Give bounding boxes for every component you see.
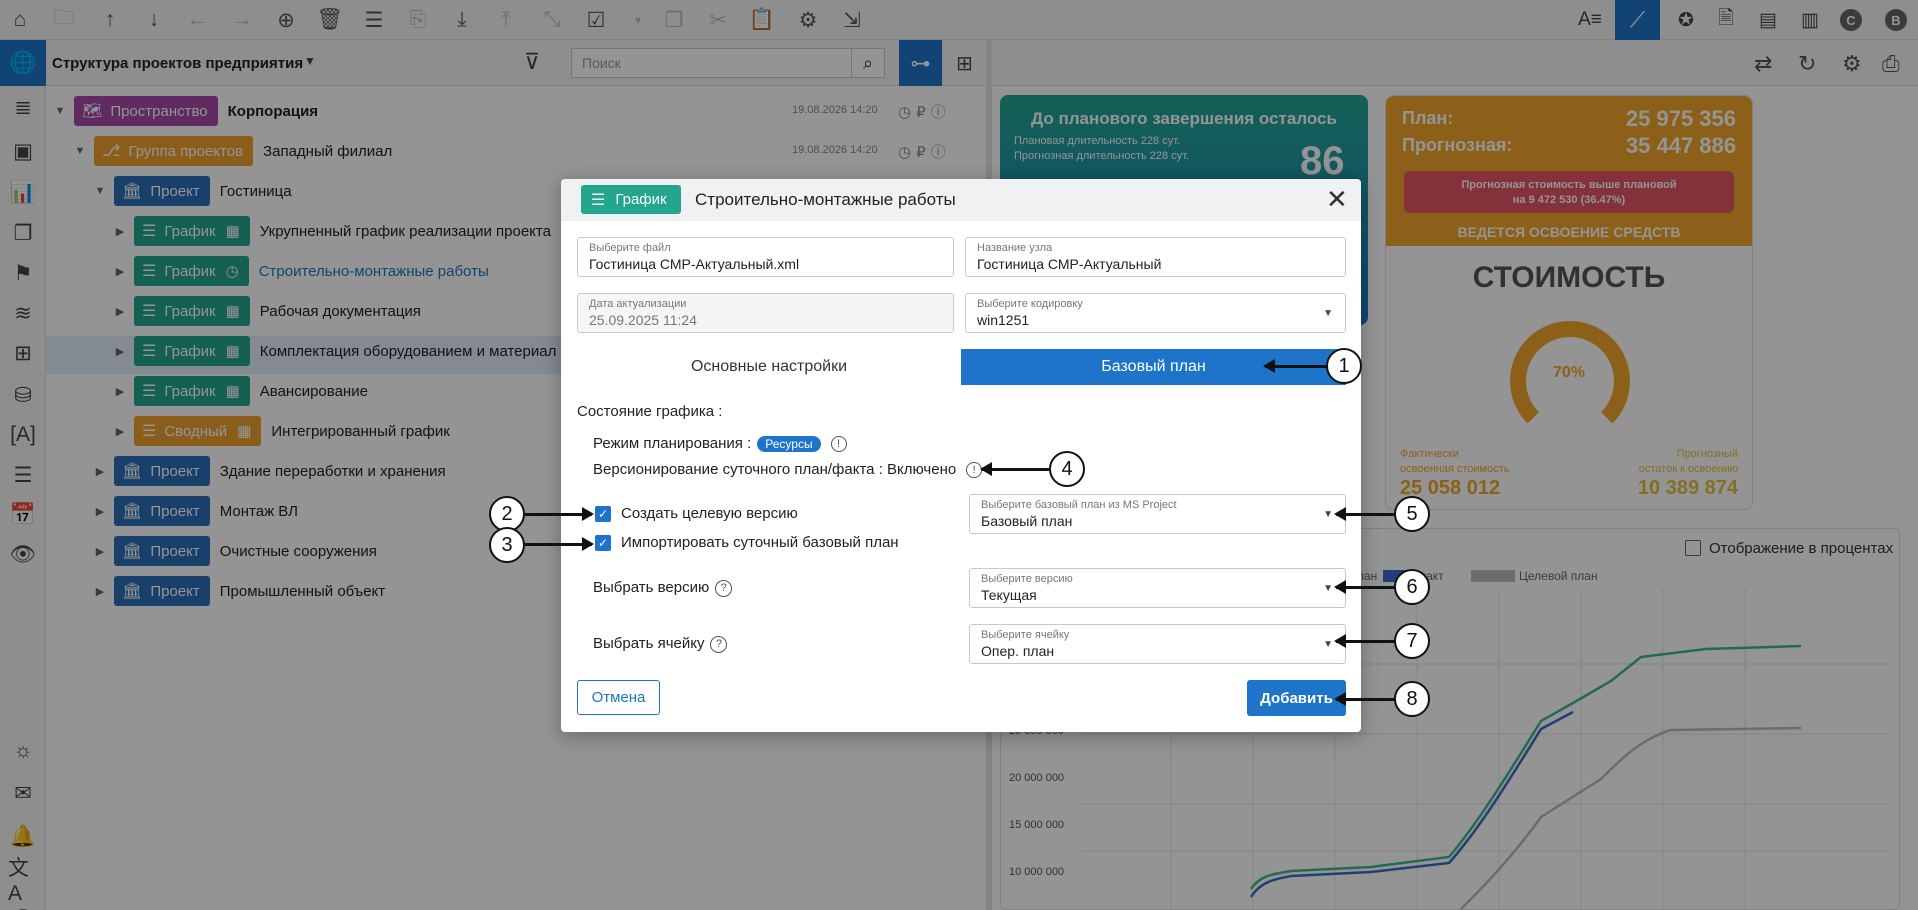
chevron-down-icon[interactable]: ▼ bbox=[1323, 639, 1333, 650]
close-icon[interactable]: ✕ bbox=[1326, 185, 1348, 213]
version-row: Выбрать версию? bbox=[593, 579, 733, 597]
dialog-header: ☰ График Строительно-монтажные работы ✕ bbox=[561, 179, 1361, 221]
callout-4: 4 bbox=[1049, 451, 1085, 487]
info-icon[interactable]: ! bbox=[830, 436, 847, 453]
version-select[interactable]: Выберите версию Текущая ▼ bbox=[969, 568, 1346, 608]
schedule-badge: ☰ График bbox=[581, 185, 681, 214]
cancel-button[interactable]: Отмена bbox=[577, 680, 660, 715]
encoding-select[interactable]: Выберите кодировку win1251 ▼ bbox=[965, 293, 1346, 333]
field-label: Выберите ячейку bbox=[981, 629, 1070, 641]
planning-mode-label: Режим планирования : bbox=[593, 435, 752, 452]
version-label: Выбрать версию bbox=[593, 579, 710, 596]
question-icon[interactable]: ? bbox=[715, 579, 733, 597]
field-value: win1251 bbox=[977, 312, 1030, 328]
field-label: Название узла bbox=[977, 242, 1053, 254]
field-label: Выберите базовый план из MS Project bbox=[981, 499, 1177, 511]
chevron-down-icon[interactable]: ▼ bbox=[1323, 308, 1333, 319]
callout-1: 1 bbox=[1326, 348, 1362, 384]
cell-select[interactable]: Выберите ячейку Опер. план ▼ bbox=[969, 624, 1346, 664]
planning-mode-pill: Ресурсы bbox=[757, 436, 821, 452]
callout-5: 5 bbox=[1394, 496, 1430, 532]
msp-baseline-select[interactable]: Выберите базовый план из MS Project Базо… bbox=[969, 494, 1346, 534]
callout-arrow bbox=[525, 537, 594, 551]
chevron-down-icon[interactable]: ▼ bbox=[1323, 509, 1333, 520]
cell-label: Выбрать ячейку bbox=[593, 635, 705, 652]
callout-arrow bbox=[1263, 359, 1327, 373]
date-field: Дата актуализации 25.09.2025 11:24 bbox=[577, 293, 954, 333]
dialog-title: Строительно-монтажные работы bbox=[695, 190, 956, 209]
callout-6: 6 bbox=[1394, 569, 1430, 605]
gantt-icon: ☰ bbox=[591, 191, 606, 209]
field-value: 25.09.2025 11:24 bbox=[589, 312, 697, 328]
planning-mode-row: Режим планирования : Ресурсы! bbox=[593, 435, 847, 453]
field-value: Гостиница СМР-Актуальный.xml bbox=[589, 256, 800, 272]
versioning-row: Версионирование суточного план/факта : В… bbox=[593, 461, 983, 479]
import-daily-label: Импортировать суточный базовый план bbox=[621, 534, 899, 551]
question-icon[interactable]: ? bbox=[710, 635, 728, 653]
badge-label: График bbox=[615, 191, 667, 208]
callout-3: 3 bbox=[489, 527, 525, 563]
schedule-state-label: Состояние графика : bbox=[577, 403, 723, 420]
field-value: Текущая bbox=[981, 587, 1037, 603]
chevron-down-icon[interactable]: ▼ bbox=[1323, 583, 1333, 594]
add-button[interactable]: Добавить bbox=[1247, 680, 1346, 716]
callout-7: 7 bbox=[1394, 623, 1430, 659]
file-field[interactable]: Выберите файл Гостиница СМР-Актуальный.x… bbox=[577, 237, 954, 277]
field-value: Опер. план bbox=[981, 643, 1055, 659]
import-daily-checkbox[interactable]: ✓ bbox=[595, 535, 611, 551]
field-label: Дата актуализации bbox=[589, 298, 687, 310]
tab-main-settings[interactable]: Основные настройки bbox=[577, 349, 961, 385]
field-label: Выберите файл bbox=[589, 242, 671, 254]
create-target-checkbox[interactable]: ✓ bbox=[595, 506, 611, 522]
callout-arrow bbox=[980, 462, 1050, 476]
node-name-field[interactable]: Название узла Гостиница СМР-Актуальный bbox=[965, 237, 1346, 277]
import-dialog: ☰ График Строительно-монтажные работы ✕ В… bbox=[561, 179, 1361, 732]
cell-row: Выбрать ячейку? bbox=[593, 635, 728, 653]
field-value: Базовый план bbox=[981, 513, 1073, 529]
field-label: Выберите версию bbox=[981, 573, 1073, 585]
callout-arrow bbox=[525, 507, 594, 521]
field-value: Гостиница СМР-Актуальный bbox=[977, 256, 1162, 272]
versioning-label: Версионирование суточного план/факта : В… bbox=[593, 461, 957, 478]
field-label: Выберите кодировку bbox=[977, 298, 1083, 310]
callout-8: 8 bbox=[1394, 681, 1430, 717]
create-target-label: Создать целевую версию bbox=[621, 505, 798, 522]
